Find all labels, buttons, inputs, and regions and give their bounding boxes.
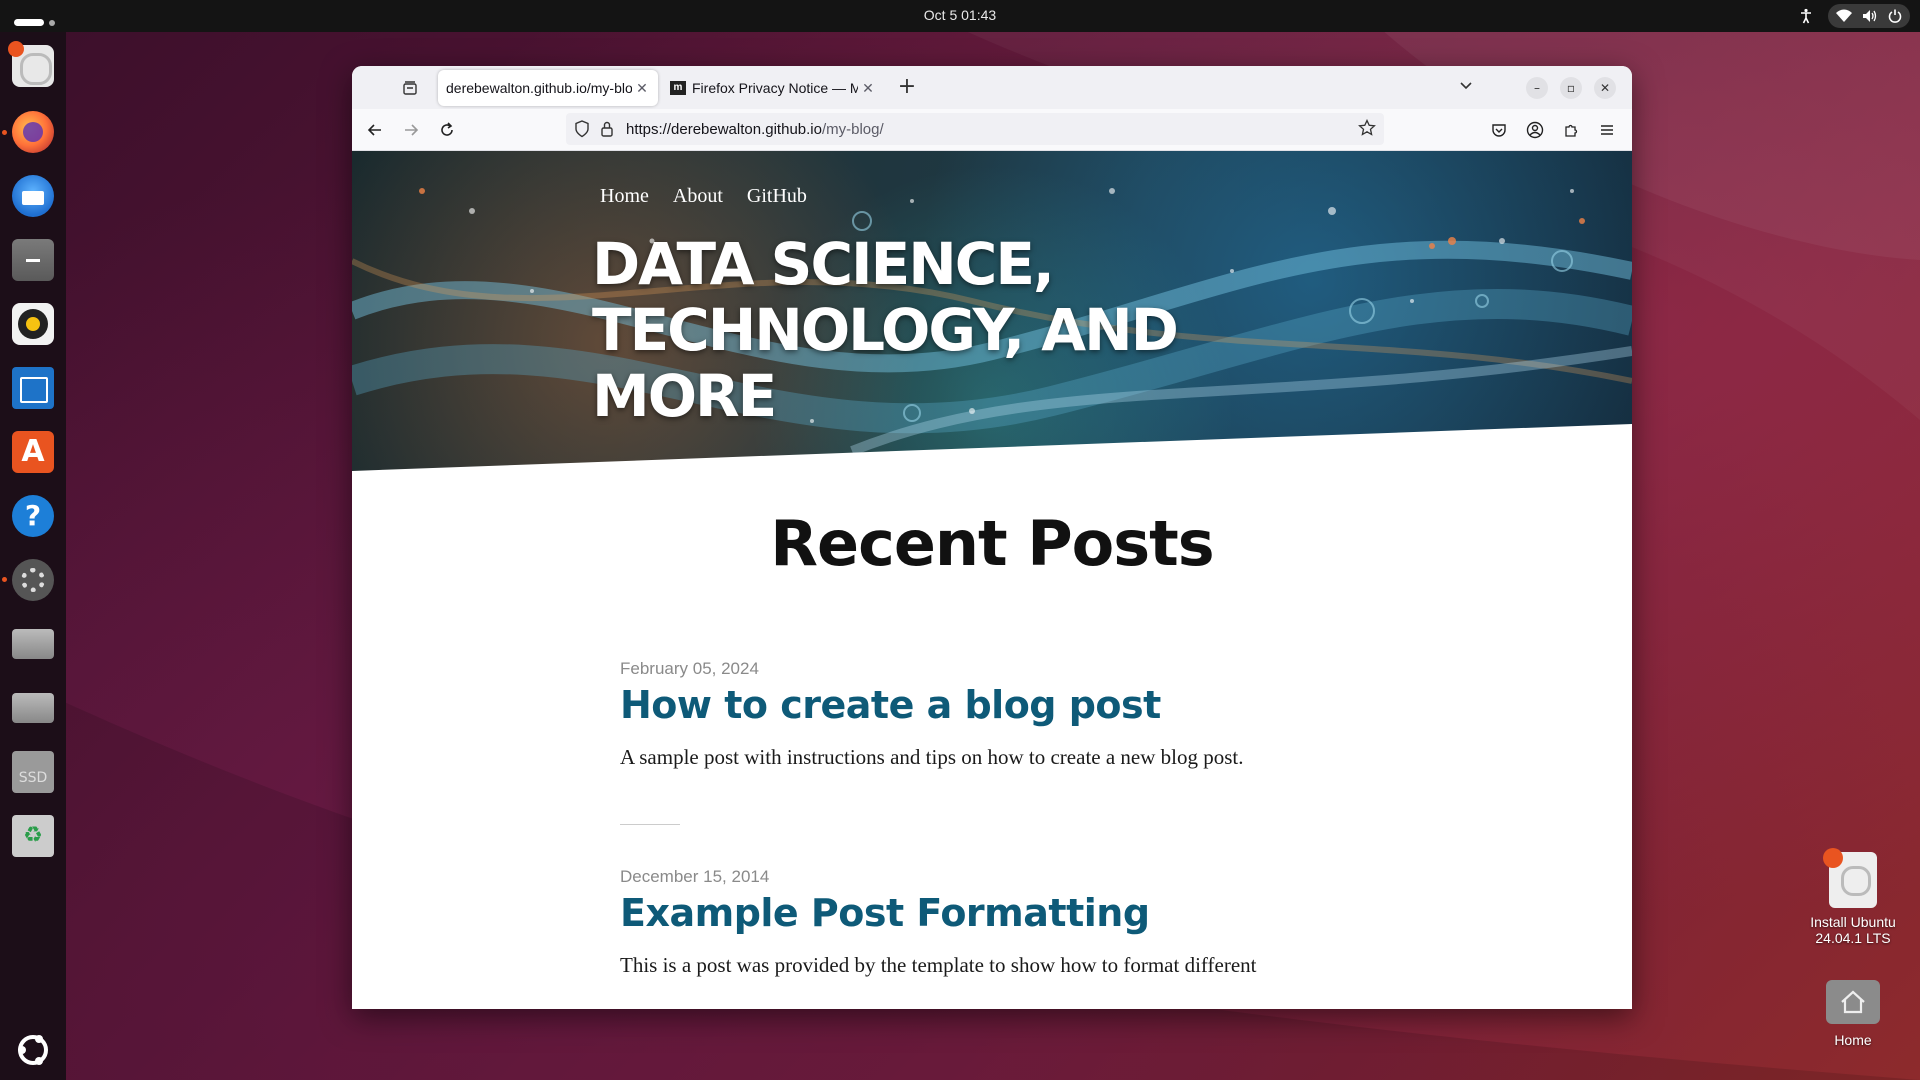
system-tray: [1794, 4, 1910, 28]
desktop-home[interactable]: Home: [1798, 980, 1908, 1048]
desktop-install-label: Install Ubuntu 24.04.1 LTS: [1810, 914, 1896, 946]
back-arrow-icon: [367, 124, 381, 136]
tab-close-icon[interactable]: ✕: [858, 80, 878, 97]
installer-icon: [1823, 848, 1877, 908]
pocket-button[interactable]: [1486, 117, 1512, 143]
rhythmbox-icon: [12, 303, 54, 345]
web-page: Home About GitHub Data Science, Technolo…: [352, 151, 1632, 1009]
dock: A ? SSD ♻: [0, 32, 66, 1080]
desktop-home-label: Home: [1834, 1032, 1872, 1048]
post-item: February 05, 2024 How to create a blog p…: [620, 659, 1400, 770]
nav-github-link[interactable]: GitHub: [747, 185, 807, 208]
show-apps-button[interactable]: [9, 1026, 57, 1074]
firefox-view-icon: [403, 81, 417, 95]
files-icon: [12, 239, 54, 281]
desktop-install-ubuntu[interactable]: Install Ubuntu 24.04.1 LTS: [1798, 848, 1908, 946]
ssd-icon: SSD: [12, 751, 54, 793]
url-text[interactable]: https://derebewalton.github.io/my-blog/: [626, 121, 884, 138]
account-icon: [1526, 121, 1544, 139]
tracking-protection-icon[interactable]: [574, 120, 590, 142]
recent-posts-heading: Recent Posts: [770, 507, 1214, 580]
settings-gear-icon: [12, 559, 54, 601]
trash-icon: ♻: [12, 815, 54, 857]
reload-button[interactable]: [434, 117, 460, 143]
dock-rhythmbox[interactable]: [9, 300, 57, 348]
accessibility-icon[interactable]: [1794, 4, 1818, 28]
mozilla-favicon-icon: m: [670, 81, 686, 95]
nav-bar: https://derebewalton.github.io/my-blog/: [352, 109, 1632, 151]
dock-drive-1[interactable]: [9, 620, 57, 668]
bookmark-star-icon[interactable]: [1358, 118, 1376, 141]
site-title: Data Science, Technology, and More: [592, 230, 1179, 430]
tab-close-icon[interactable]: ✕: [632, 80, 652, 97]
post-title-link[interactable]: Example Post Formatting: [620, 891, 1400, 935]
app-menu-button[interactable]: [1594, 117, 1620, 143]
close-window-button[interactable]: ✕: [1594, 77, 1616, 99]
wifi-icon: [1836, 9, 1852, 23]
post-divider: [620, 824, 680, 825]
url-path: /my-blog/: [821, 121, 884, 138]
back-button[interactable]: [362, 117, 388, 143]
dock-firefox[interactable]: [9, 108, 57, 156]
forward-arrow-icon: [405, 124, 419, 136]
lock-icon[interactable]: [600, 120, 614, 142]
top-bar: Oct 5 01:43: [0, 0, 1920, 32]
ubuntu-logo-icon: [18, 1035, 48, 1065]
dock-trash[interactable]: ♻: [9, 812, 57, 860]
tab-bar: derebewalton.github.io/my-blog/ ✕ m Fire…: [352, 66, 1632, 109]
post-item: December 15, 2014 Example Post Formattin…: [620, 867, 1400, 978]
extensions-button[interactable]: [1558, 117, 1584, 143]
post-excerpt: This is a post was provided by the templ…: [620, 953, 1257, 977]
status-menu[interactable]: [1828, 4, 1910, 28]
dock-install-ubuntu[interactable]: [8, 41, 57, 90]
dock-ssd[interactable]: SSD: [9, 748, 57, 796]
drive-icon: [12, 693, 54, 723]
dock-thunderbird[interactable]: [9, 172, 57, 220]
tab-title: derebewalton.github.io/my-blog/: [446, 80, 632, 96]
firefox-window: derebewalton.github.io/my-blog/ ✕ m Fire…: [352, 66, 1632, 1009]
chevron-down-icon: [1460, 82, 1472, 90]
post-title-link[interactable]: How to create a blog post: [620, 683, 1400, 727]
post-date: December 15, 2014: [620, 867, 770, 886]
pocket-icon: [1492, 124, 1506, 137]
home-folder-icon: [1826, 980, 1880, 1024]
tab-blog[interactable]: derebewalton.github.io/my-blog/ ✕: [438, 70, 658, 106]
clock[interactable]: Oct 5 01:43: [0, 7, 1920, 23]
dock-app-center[interactable]: A: [9, 428, 57, 476]
dock-help[interactable]: ?: [9, 492, 57, 540]
nav-about-link[interactable]: About: [673, 185, 723, 208]
puzzle-icon: [1565, 124, 1578, 137]
post-excerpt: A sample post with instructions and tips…: [620, 745, 1244, 769]
dock-drive-2[interactable]: [9, 684, 57, 732]
account-button[interactable]: [1522, 117, 1548, 143]
dock-writer[interactable]: [9, 364, 57, 412]
reload-icon: [441, 122, 453, 136]
site-nav: Home About GitHub: [600, 185, 807, 208]
minimize-button[interactable]: –: [1526, 77, 1548, 99]
hero-banner: Home About GitHub Data Science, Technolo…: [352, 151, 1632, 471]
dock-settings[interactable]: [9, 556, 57, 604]
dock-files[interactable]: [9, 236, 57, 284]
address-bar[interactable]: https://derebewalton.github.io/my-blog/: [566, 113, 1384, 145]
nav-home-link[interactable]: Home: [600, 185, 649, 208]
firefox-icon: [12, 111, 54, 153]
post-date: February 05, 2024: [620, 659, 759, 678]
list-all-tabs-button[interactable]: [1458, 77, 1474, 97]
writer-icon: [12, 367, 54, 409]
installer-icon: [8, 41, 54, 87]
firefox-view-button[interactable]: [398, 76, 422, 100]
help-icon: ?: [12, 495, 54, 537]
tab-title: Firefox Privacy Notice — Mozilla: [692, 80, 858, 96]
new-tab-button[interactable]: +: [894, 75, 920, 101]
tab-privacy-notice[interactable]: m Firefox Privacy Notice — Mozilla ✕: [662, 70, 886, 106]
volume-icon: [1862, 9, 1878, 23]
drive-icon: [12, 629, 54, 659]
thunderbird-icon: [12, 175, 54, 217]
url-host: https://derebewalton.github.io: [626, 121, 822, 138]
forward-button[interactable]: [398, 117, 424, 143]
power-icon: [1888, 9, 1902, 23]
maximize-button[interactable]: ▫: [1560, 77, 1582, 99]
app-center-icon: A: [12, 431, 54, 473]
hamburger-menu-icon: [1601, 125, 1613, 135]
